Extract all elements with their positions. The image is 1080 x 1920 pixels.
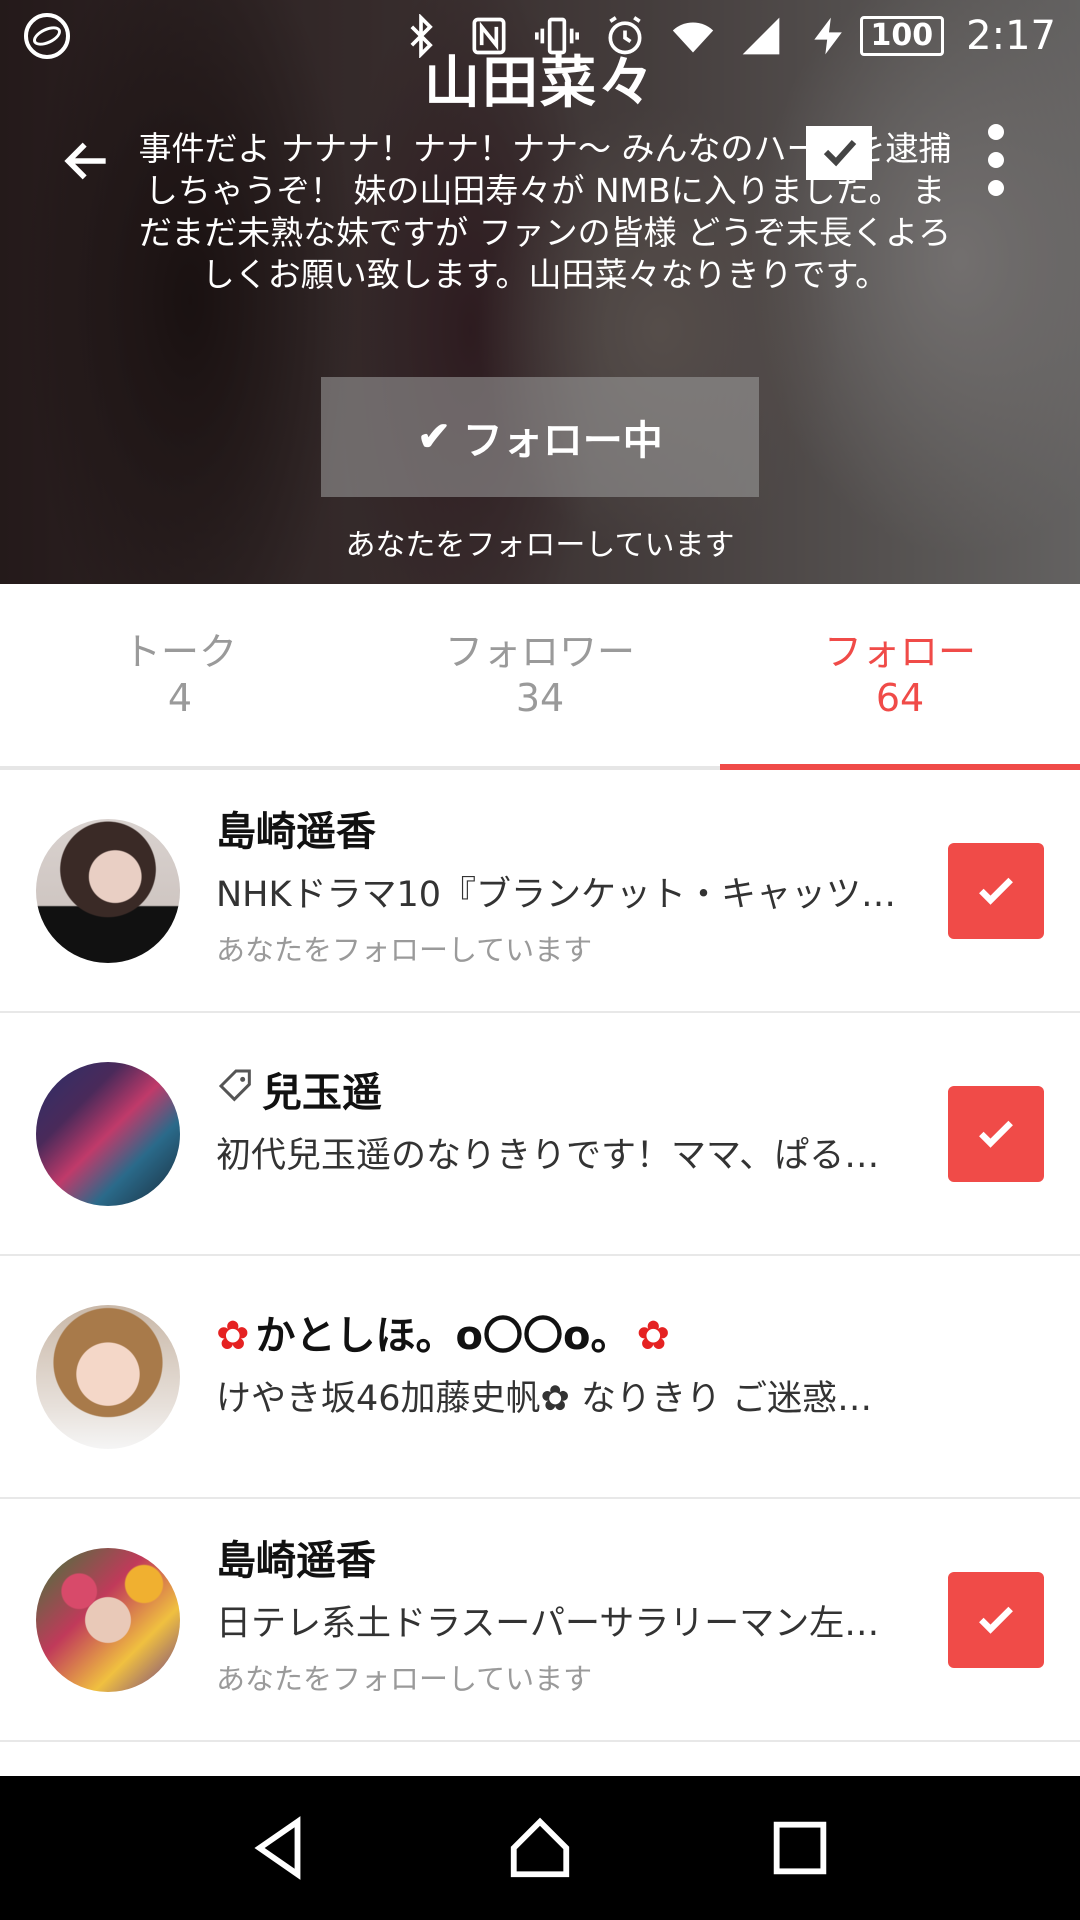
tab-count: 64 [875,676,925,720]
home-nav-icon [510,1817,570,1878]
avatar[interactable] [36,1304,180,1449]
user-description: NHKドラマ10『ブランケット・キャッツ… [216,875,896,915]
following-toggle-button[interactable] [948,1571,1044,1668]
tab-followers[interactable]: フォロワー 34 [360,584,720,766]
check-icon [979,1120,1013,1148]
tag-icon [216,1065,256,1121]
flower-icon: ✿ [216,1313,250,1359]
more-options-button[interactable] [966,120,1026,200]
follows-you-label: あなたをフォローしています [345,528,735,563]
user-name: 島崎遥香 [216,809,376,855]
arrow-left-icon [64,142,106,180]
flower-icon: ✿ [636,1313,670,1359]
following-toggle-button[interactable] [948,842,1044,939]
nav-home-button[interactable] [495,1803,585,1893]
check-icon [979,1606,1013,1634]
message-button[interactable] [804,124,874,182]
avatar[interactable] [36,1547,180,1692]
list-item[interactable]: 島崎遥香 NHKドラマ10『ブランケット・キャッツ… あなたをフォローしています [0,770,1080,1013]
tab-count: 4 [167,676,193,720]
following-button-label: フォロー中 [462,419,663,463]
tab-talk[interactable]: トーク 4 [0,584,360,766]
profile-tabs: トーク 4 フォロワー 34 フォロー 64 [0,584,1080,770]
tab-label: フォロー [823,630,976,674]
more-vert-dot [988,180,1004,196]
tab-label: トーク [122,630,237,674]
user-description: 日テレ系土ドラスーパーサラリーマン左… [216,1604,880,1644]
user-name: 島崎遥香 [216,1538,376,1584]
tab-following[interactable]: フォロー 64 [720,584,1080,770]
tab-count: 34 [515,676,565,720]
more-vert-dot [988,152,1004,168]
avatar[interactable] [36,818,180,963]
user-description: けやき坂46加藤史帆✿ なりきり ご迷惑おかけし… [216,1379,906,1419]
user-name-line: 兒玉遥 [216,1065,906,1121]
nav-back-button[interactable] [235,1803,325,1893]
recents-nav-icon [773,1821,827,1875]
back-nav-icon [254,1816,301,1880]
following-button[interactable]: ✔ フォロー中 [321,377,759,497]
tab-label: フォロワー [444,630,635,674]
profile-name: 山田菜々 [424,51,656,116]
system-nav-bar [0,1776,1080,1920]
following-toggle-button[interactable] [948,1085,1044,1182]
mail-icon [806,126,872,180]
user-name: かとしほ。o〇〇o。 [255,1313,631,1359]
nav-recents-button[interactable] [755,1803,845,1893]
user-description: 初代兒玉遥のなりきりです！ママ、ぱる… [216,1136,880,1176]
follows-you-label: あなたをフォローしています [216,933,593,967]
more-vert-icon [988,124,1004,140]
user-name-line: ✿ かとしほ。o〇〇o。 ✿ [216,1308,906,1364]
list-item[interactable]: ✿ かとしほ。o〇〇o。 ✿ けやき坂46加藤史帆✿ なりきり ご迷惑おかけし… [0,1256,1080,1499]
follows-you-label: あなたをフォローしています [216,1662,593,1696]
following-list: 島崎遥香 NHKドラマ10『ブランケット・キャッツ… あなたをフォローしています… [0,770,1080,1742]
check-icon [979,877,1013,905]
user-name: 兒玉遥 [262,1070,382,1116]
list-item[interactable]: 島崎遥香 日テレ系土ドラスーパーサラリーマン左… あなたをフォローしています [0,1499,1080,1742]
list-item[interactable]: 兒玉遥 初代兒玉遥のなりきりです！ママ、ぱる… [0,1013,1080,1256]
profile-header: 100 2:17 山田菜々 事件だよ ナナナ！ナナ！ナナ〜 みんなのハートを逮捕… [0,0,1080,584]
check-icon: ✔ [417,415,451,459]
avatar[interactable] [36,1061,180,1206]
back-button[interactable] [52,126,122,196]
